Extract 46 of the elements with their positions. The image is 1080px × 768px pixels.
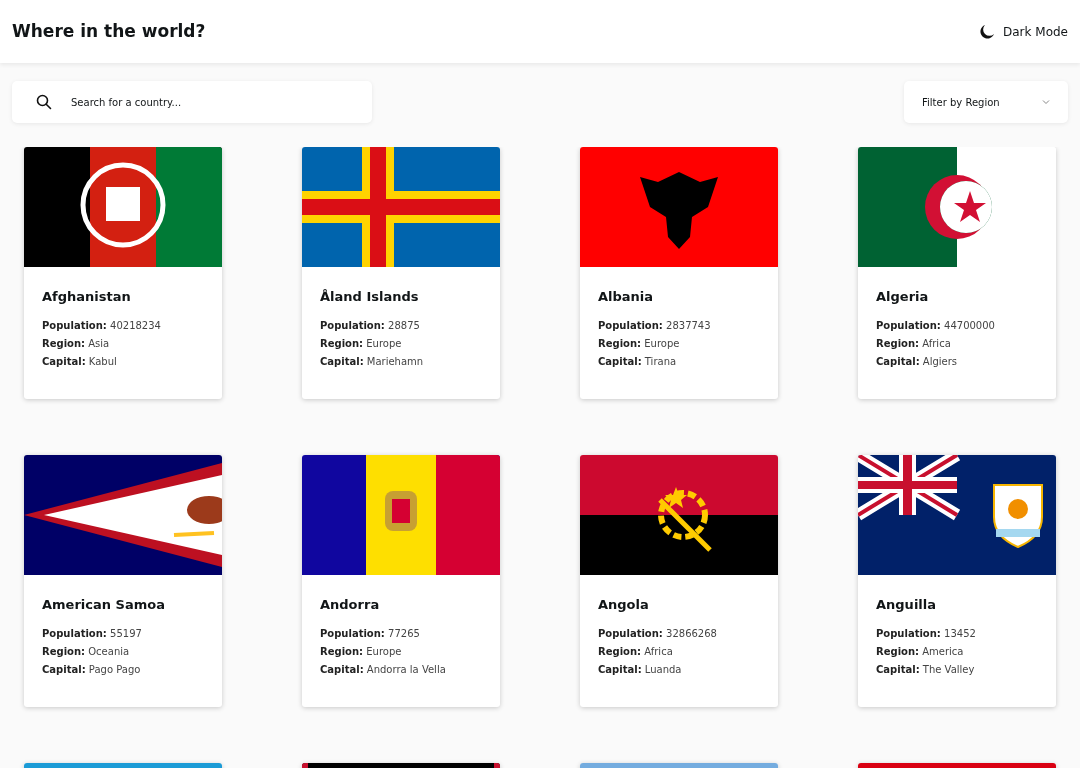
- country-detail: Region: Africa: [598, 644, 674, 658]
- country-name: Anguilla: [876, 596, 938, 614]
- country-detail: Region: Europe: [320, 644, 403, 658]
- search-field[interactable]: Search for a country...: [12, 81, 372, 123]
- country-detail: Capital: Algiers: [876, 354, 959, 368]
- country-detail: Capital: Mariehamn: [320, 354, 425, 368]
- country-name: American Samoa: [42, 596, 166, 614]
- country-detail: Population: 32866268: [598, 626, 718, 640]
- country-detail: Population: 44700000: [876, 318, 996, 332]
- country-detail: Region: America: [876, 644, 965, 658]
- country-detail: Capital: Luanda: [598, 662, 683, 676]
- country-detail: Population: 77265: [320, 626, 421, 640]
- country-detail: Capital: Pago Pago: [42, 662, 142, 676]
- dark-mode-toggle[interactable]: Dark Mode: [979, 22, 1068, 41]
- country-detail: Population: 55197: [42, 626, 143, 640]
- country-detail: Capital: Tirana: [598, 354, 678, 368]
- country-card[interactable]: Algeria Population: 44700000 Region: Africa Capital: Algiers: [858, 147, 1056, 399]
- country-name: Angola: [598, 596, 650, 614]
- country-card[interactable]: Andorra Population: 77265 Region: Europe Capital: Andorra la Vella: [302, 455, 500, 707]
- country-detail: Population: 13452: [876, 626, 977, 640]
- country-card[interactable]: Angola Population: 32866268 Region: Africa Capital: Luanda: [580, 455, 778, 707]
- country-detail: Region: Africa: [876, 336, 952, 350]
- country-detail: Population: 2837743: [598, 318, 712, 332]
- moon-icon: [979, 23, 995, 40]
- country-card[interactable]: Anguilla Population: 13452 Region: America Capital: The Valley: [858, 455, 1056, 707]
- country-name: Afghanistan: [42, 288, 132, 306]
- country-name: Andorra: [320, 596, 381, 614]
- country-detail: Region: Asia: [42, 336, 111, 350]
- country-detail: Capital: The Valley: [876, 662, 976, 676]
- country-detail: Region: Oceania: [42, 644, 131, 658]
- chevron-down-icon: [1042, 99, 1050, 105]
- country-card[interactable]: Afghanistan Population: 40218234 Region: Asia Capital: Kabul: [24, 147, 222, 399]
- site-title: Where in the world?: [12, 19, 206, 43]
- country-card[interactable]: Albania Population: 2837743 Region: Europe Capital: Tirana: [580, 147, 778, 399]
- country-detail: Capital: Andorra la Vella: [320, 662, 447, 676]
- country-detail: Population: 28875: [320, 318, 421, 332]
- country-card[interactable]: Åland Islands Population: 28875 Region: Europe Capital: Mariehamn: [302, 147, 500, 399]
- region-filter-dropdown[interactable]: Filter by Region: [904, 81, 1068, 123]
- country-card[interactable]: American Samoa Population: 55197 Region: Oceania Capital: Pago Pago: [24, 455, 222, 707]
- country-detail: Capital: Kabul: [42, 354, 118, 368]
- country-name: Åland Islands: [320, 288, 420, 306]
- country-name: Albania: [598, 288, 655, 306]
- country-detail: Region: Europe: [320, 336, 403, 350]
- country-name: Algeria: [876, 288, 930, 306]
- country-detail: Region: Europe: [598, 336, 681, 350]
- country-detail: Population: 40218234: [42, 318, 162, 332]
